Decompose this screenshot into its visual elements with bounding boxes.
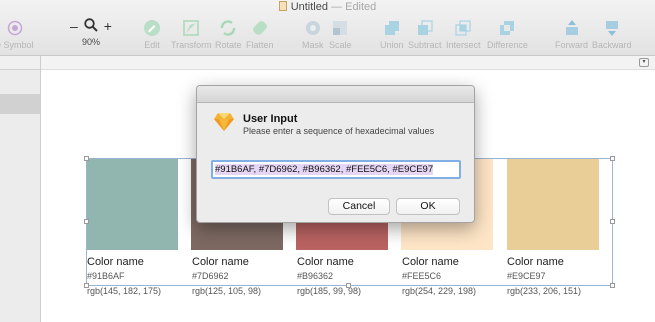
swatch-info-2: Color name #7D6962 rgb(125, 105, 98) xyxy=(192,256,300,296)
union-label: Union xyxy=(380,40,404,50)
zoom-level: 90% xyxy=(81,37,100,47)
zoom-control: – + xyxy=(70,16,112,36)
mask-label: Mask xyxy=(302,40,324,50)
layers-sidebar xyxy=(0,56,41,322)
color-rgb: rgb(185, 99, 98) xyxy=(297,286,362,296)
scale-button[interactable]: Scale xyxy=(329,19,352,50)
rotate-label: Rotate xyxy=(215,40,242,50)
transform-label: Transform xyxy=(171,40,212,50)
user-input-dialog: User Input Please enter a sequence of he… xyxy=(196,85,475,223)
color-hex: #7D6962 xyxy=(192,271,229,281)
difference-button[interactable]: Difference xyxy=(487,19,528,50)
selected-layer-row[interactable] xyxy=(0,94,40,114)
subtract-button[interactable]: Subtract xyxy=(408,19,442,50)
color-rgb: rgb(254, 229, 198) xyxy=(402,286,477,296)
intersect-icon xyxy=(454,19,472,37)
toolbar: Untitled — Edited e Symbol – + 90% Edit … xyxy=(0,0,655,56)
cancel-button[interactable]: Cancel xyxy=(328,198,390,215)
color-hex: #B96362 xyxy=(297,271,334,281)
resize-handle[interactable] xyxy=(610,283,615,288)
collapse-button[interactable]: ▾ xyxy=(639,58,649,67)
difference-label: Difference xyxy=(487,40,528,50)
resize-handle[interactable] xyxy=(84,283,89,288)
intersect-label: Intersect xyxy=(446,40,481,50)
create-symbol-button[interactable]: e Symbol xyxy=(0,19,34,50)
dialog-titlebar[interactable] xyxy=(197,86,474,103)
window-title: Untitled — Edited xyxy=(0,1,655,13)
edited-indicator: — Edited xyxy=(331,1,377,13)
sidebar-header xyxy=(0,56,40,70)
swatch-color-1[interactable] xyxy=(86,158,178,250)
scale-label: Scale xyxy=(329,40,352,50)
color-rgb: rgb(125, 105, 98) xyxy=(192,286,262,296)
edit-icon xyxy=(143,19,161,37)
color-name: Color name xyxy=(87,256,144,268)
dialog-title: User Input xyxy=(243,113,298,125)
union-button[interactable]: Union xyxy=(380,19,404,50)
resize-handle[interactable] xyxy=(84,156,89,161)
color-rgb: rgb(233, 206, 151) xyxy=(507,286,582,296)
scale-icon xyxy=(331,19,349,37)
color-name: Color name xyxy=(402,256,459,268)
intersect-button[interactable]: Intersect xyxy=(446,19,481,50)
ok-button[interactable]: OK xyxy=(396,198,460,215)
send-backward-icon xyxy=(603,19,621,37)
forward-label: Forward xyxy=(555,40,589,50)
color-rgb: rgb(145, 182, 175) xyxy=(87,286,162,296)
difference-icon xyxy=(498,19,516,37)
backward-button[interactable]: Backward xyxy=(592,19,632,50)
rotate-button[interactable]: Rotate xyxy=(215,19,242,50)
swatch-info-1: Color name #91B6AF rgb(145, 182, 175) xyxy=(87,256,195,296)
rotate-icon xyxy=(218,19,238,37)
union-icon xyxy=(383,19,401,37)
subtract-label: Subtract xyxy=(408,40,442,50)
swatch-info-3: Color name #B96362 rgb(185, 99, 98) xyxy=(297,256,405,296)
mask-icon xyxy=(304,19,322,37)
mask-button[interactable]: Mask xyxy=(302,19,324,50)
swatch-info-4: Color name #FEE5C6 rgb(254, 229, 198) xyxy=(402,256,510,296)
color-hex: #FEE5C6 xyxy=(402,271,442,281)
resize-handle[interactable] xyxy=(610,219,615,224)
flatten-label: Flatten xyxy=(246,40,274,50)
resize-handle[interactable] xyxy=(346,283,351,288)
transform-button[interactable]: Transform xyxy=(171,19,212,50)
flatten-button[interactable]: Flatten xyxy=(246,19,274,50)
forward-button[interactable]: Forward xyxy=(555,19,588,50)
color-name: Color name xyxy=(192,256,249,268)
color-hex: #91B6AF xyxy=(87,271,125,281)
resize-handle[interactable] xyxy=(610,156,615,161)
swatch-color-5[interactable] xyxy=(507,158,599,250)
color-hex: #E9CE97 xyxy=(507,271,546,281)
document-icon xyxy=(278,1,287,11)
backward-label: Backward xyxy=(592,40,632,50)
zoom-out-button[interactable]: – xyxy=(70,18,78,34)
sketch-diamond-icon xyxy=(213,112,235,137)
magnifier-icon xyxy=(84,17,98,35)
color-name: Color name xyxy=(297,256,354,268)
dialog-message: Please enter a sequence of hexadecimal v… xyxy=(243,126,435,136)
document-title: Untitled xyxy=(290,1,328,13)
canvas-header: ▾ xyxy=(41,56,655,70)
bring-forward-icon xyxy=(563,19,581,37)
zoom-in-button[interactable]: + xyxy=(104,18,112,34)
edit-button[interactable]: Edit xyxy=(143,19,161,50)
input-text-selection: #91B6AF, #7D6962, #B96362, #FEE5C6, #E9C… xyxy=(215,164,434,175)
edit-label: Edit xyxy=(144,40,160,50)
hex-values-input[interactable]: #91B6AF, #7D6962, #B96362, #FEE5C6, #E9C… xyxy=(211,160,461,179)
subtract-icon xyxy=(416,19,434,37)
transform-icon xyxy=(182,19,200,37)
flatten-icon xyxy=(251,19,269,37)
create-symbol-label: e Symbol xyxy=(0,40,34,50)
symbol-icon xyxy=(7,19,23,37)
color-name: Color name xyxy=(507,256,564,268)
swatch-info-5: Color name #E9CE97 rgb(233, 206, 151) xyxy=(507,256,615,296)
resize-handle[interactable] xyxy=(84,219,89,224)
